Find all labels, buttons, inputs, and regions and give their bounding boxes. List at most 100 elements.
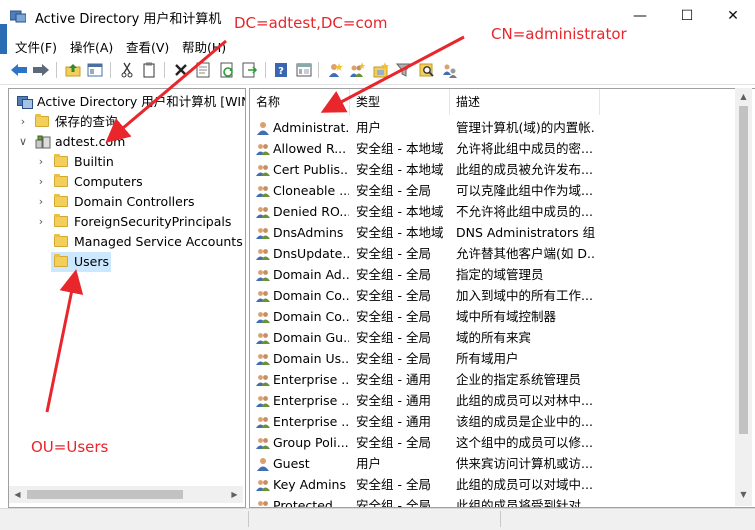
- menu-file[interactable]: 文件(F): [15, 37, 57, 56]
- tree-horizontal-scrollbar[interactable]: ◀ ▶: [9, 486, 243, 503]
- menu-help[interactable]: 帮助(H): [182, 37, 226, 56]
- tree-item-users[interactable]: Users: [15, 252, 245, 272]
- list-item[interactable]: DnsUpdate... 安全组 - 全局 允许替其他客户端(如 D...: [250, 243, 740, 264]
- folder-icon: [54, 154, 68, 167]
- group-icon: [256, 375, 270, 386]
- filter-icon[interactable]: [395, 61, 413, 79]
- chevron-right-icon[interactable]: ›: [35, 172, 47, 192]
- find-icon[interactable]: [418, 61, 436, 79]
- close-button[interactable]: ✕: [710, 0, 755, 32]
- list-item[interactable]: Domain Ad... 安全组 - 全局 指定的域管理员: [250, 264, 740, 285]
- tree-root[interactable]: Active Directory 用户和计算机 [WIN-: [15, 92, 245, 112]
- scroll-left-icon[interactable]: ◀: [9, 486, 26, 503]
- list-item[interactable]: Key Admins 安全组 - 全局 此组的成员可以对域中...: [250, 474, 740, 495]
- chevron-down-icon[interactable]: ∨: [17, 132, 29, 152]
- list-item[interactable]: Domain Us... 安全组 - 全局 所有域用户: [250, 348, 740, 369]
- cell-name: Administrat...: [273, 120, 349, 135]
- cell-name: Domain Gu...: [273, 330, 349, 345]
- new-ou-icon[interactable]: [372, 61, 390, 79]
- group-icon: [256, 165, 270, 176]
- cell-description: 域中所有域控制器: [456, 309, 557, 324]
- help-icon[interactable]: ?: [272, 61, 290, 79]
- cell-type: 安全组 - 全局: [356, 309, 431, 324]
- tree-item-label: 保存的查询: [55, 114, 118, 129]
- group-icon: [256, 312, 270, 323]
- copy-icon[interactable]: [140, 61, 158, 79]
- list-vertical-scrollbar[interactable]: ▲ ▼: [735, 88, 752, 506]
- scroll-right-icon[interactable]: ▶: [226, 486, 243, 503]
- menu-action[interactable]: 操作(A): [70, 37, 113, 56]
- maximize-button[interactable]: ☐: [664, 0, 710, 32]
- tree-item-foreign-security-principals[interactable]: › ForeignSecurityPrincipals: [15, 212, 245, 232]
- menu-bar: 文件(F) 操作(A) 查看(V) 帮助(H): [0, 34, 755, 56]
- forward-arrow-icon[interactable]: [32, 61, 50, 79]
- scroll-down-icon[interactable]: ▼: [735, 486, 752, 503]
- list-item[interactable]: Enterprise ... 安全组 - 通用 企业的指定系统管理员: [250, 369, 740, 390]
- list-item[interactable]: Protected ... 安全组 - 全局 此组的成员将受到针对...: [250, 495, 740, 508]
- cell-name: Denied RO...: [273, 204, 349, 219]
- window-title: Active Directory 用户和计算机: [35, 12, 222, 27]
- group-icon: [256, 396, 270, 407]
- list-item[interactable]: Denied RO... 安全组 - 本地域 不允许将此组中成员的...: [250, 201, 740, 222]
- refresh-icon[interactable]: [218, 61, 236, 79]
- cell-type: 安全组 - 全局: [356, 498, 431, 508]
- cell-type: 用户: [356, 120, 382, 135]
- scrollbar-thumb[interactable]: [739, 106, 748, 434]
- list-item[interactable]: Guest 用户 供来宾访问计算机或访...: [250, 453, 740, 474]
- list-item[interactable]: Enterprise ... 安全组 - 通用 该组的成员是企业中的...: [250, 411, 740, 432]
- cell-name: Group Poli...: [273, 435, 349, 450]
- scrollbar-thumb[interactable]: [27, 490, 183, 499]
- view-icon[interactable]: [295, 61, 313, 79]
- group-icon: [256, 249, 270, 260]
- list-item[interactable]: DnsAdmins 安全组 - 本地域 DNS Administrators 组: [250, 222, 740, 243]
- tree-item-label: Computers: [74, 174, 143, 189]
- list-item[interactable]: Enterprise ... 安全组 - 通用 此组的成员可以对林中...: [250, 390, 740, 411]
- list-item[interactable]: Group Poli... 安全组 - 全局 这个组中的成员可以修...: [250, 432, 740, 453]
- cell-name: Domain Co...: [273, 309, 349, 324]
- cell-description: DNS Administrators 组: [456, 225, 596, 240]
- new-user-icon[interactable]: [326, 61, 344, 79]
- properties-icon[interactable]: [194, 61, 212, 79]
- list-item[interactable]: Administrat... 用户 管理计算机(域)的内置帐...: [250, 117, 740, 138]
- cell-description: 加入到域中的所有工作...: [456, 288, 593, 303]
- tree-item-domain-controllers[interactable]: › Domain Controllers: [15, 192, 245, 212]
- chevron-right-icon[interactable]: ›: [17, 112, 29, 132]
- cell-name: Guest: [273, 456, 310, 471]
- tree-item-managed-service-accounts[interactable]: Managed Service Accounts: [15, 232, 245, 252]
- export-list-icon[interactable]: [241, 61, 259, 79]
- back-arrow-icon[interactable]: [10, 61, 28, 79]
- list-item[interactable]: Allowed R... 安全组 - 本地域 允许将此组中成员的密...: [250, 138, 740, 159]
- details-list[interactable]: 名称 类型 描述 Administrat... 用户 管理计算机(域)的内置帐...…: [249, 88, 755, 508]
- add-to-group-icon[interactable]: [441, 61, 459, 79]
- delete-icon[interactable]: [172, 61, 190, 79]
- tree-item-domain[interactable]: ∨ adtest.com: [15, 132, 245, 152]
- list-item[interactable]: Cloneable ... 安全组 - 全局 可以克隆此组中作为域...: [250, 180, 740, 201]
- cell-type: 安全组 - 全局: [356, 246, 431, 261]
- list-item[interactable]: Domain Co... 安全组 - 全局 域中所有域控制器: [250, 306, 740, 327]
- scroll-up-icon[interactable]: ▲: [735, 88, 752, 105]
- cut-icon[interactable]: [118, 61, 136, 79]
- tree-item-computers[interactable]: › Computers: [15, 172, 245, 192]
- tree-item-saved-queries[interactable]: › 保存的查询: [15, 112, 245, 132]
- active-directory-icon: [17, 96, 33, 109]
- folder-icon: [54, 214, 68, 227]
- chevron-right-icon[interactable]: ›: [35, 212, 47, 232]
- group-icon: [256, 291, 270, 302]
- list-item[interactable]: Domain Gu... 安全组 - 全局 域的所有来宾: [250, 327, 740, 348]
- up-folder-icon[interactable]: [64, 61, 82, 79]
- cell-description: 企业的指定系统管理员: [456, 372, 582, 387]
- show-hide-tree-icon[interactable]: [86, 61, 104, 79]
- tree-item-builtin[interactable]: › Builtin: [15, 152, 245, 172]
- list-item[interactable]: Cert Publis... 安全组 - 本地域 此组的成员被允许发布...: [250, 159, 740, 180]
- column-header-name[interactable]: 名称: [250, 89, 350, 115]
- chevron-right-icon[interactable]: ›: [35, 152, 47, 172]
- tree-item-label: Builtin: [74, 154, 114, 169]
- chevron-right-icon[interactable]: ›: [35, 192, 47, 212]
- folder-icon: [54, 254, 68, 267]
- list-item[interactable]: Domain Co... 安全组 - 全局 加入到域中的所有工作...: [250, 285, 740, 306]
- column-header-description[interactable]: 描述: [450, 89, 600, 115]
- column-header-type[interactable]: 类型: [350, 89, 450, 115]
- new-group-icon[interactable]: [348, 61, 366, 79]
- cell-description: 域的所有来宾: [456, 330, 532, 345]
- menu-view[interactable]: 查看(V): [126, 37, 169, 56]
